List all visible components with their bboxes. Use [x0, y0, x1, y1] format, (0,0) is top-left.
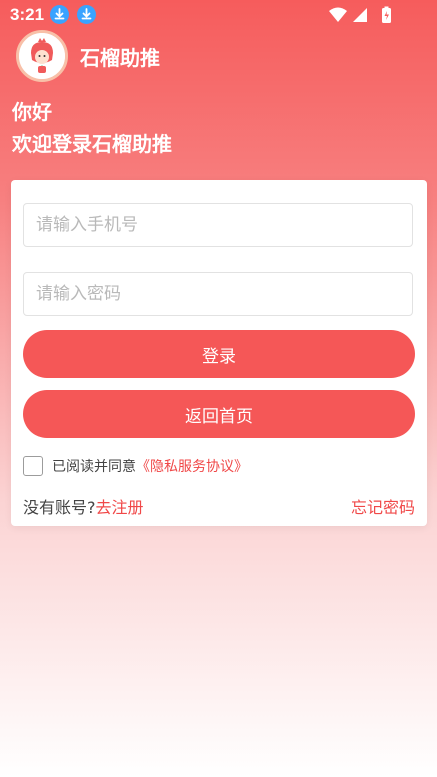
agreement-row: 已阅读并同意 《隐私服务协议》: [23, 455, 248, 477]
signal-icon: [353, 8, 367, 22]
agreement-text: 已阅读并同意: [52, 459, 136, 475]
app-logo-avatar: [16, 30, 68, 82]
agreement-checkbox[interactable]: [23, 456, 43, 476]
download-icon: [50, 5, 69, 24]
wifi-icon: [329, 7, 347, 22]
phone-input[interactable]: [24, 204, 412, 246]
greeting-text: 你好: [12, 100, 52, 124]
register-link[interactable]: 去注册: [96, 498, 144, 517]
password-field[interactable]: [23, 272, 413, 316]
register-row: 没有账号?去注册: [23, 494, 144, 518]
forgot-password-link[interactable]: 忘记密码: [351, 494, 415, 518]
status-bar: 3:21: [0, 0, 437, 30]
login-button[interactable]: 登录: [23, 330, 415, 378]
app-name: 石榴助推: [80, 46, 160, 70]
back-home-button[interactable]: 返回首页: [23, 390, 415, 438]
status-time: 3:21: [10, 5, 45, 24]
no-account-text: 没有账号?: [23, 498, 96, 517]
download-icon: [77, 5, 96, 24]
password-input[interactable]: [24, 273, 412, 315]
privacy-agreement-link[interactable]: 《隐私服务协议》: [136, 456, 248, 476]
login-card: 登录 返回首页 已阅读并同意 《隐私服务协议》 没有账号?去注册 忘记密码: [11, 180, 427, 526]
phone-field[interactable]: [23, 203, 413, 247]
system-status-icons: [329, 6, 391, 23]
welcome-text: 欢迎登录石榴助推: [12, 132, 172, 156]
